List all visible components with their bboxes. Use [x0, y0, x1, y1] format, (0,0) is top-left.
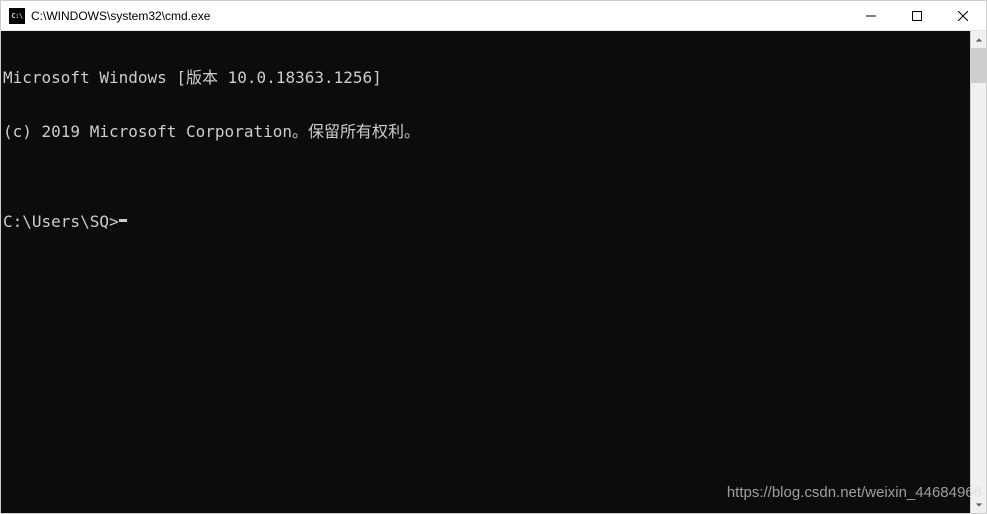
terminal-content[interactable]: Microsoft Windows [版本 10.0.18363.1256] (…	[1, 31, 970, 513]
terminal-output-line: (c) 2019 Microsoft Corporation。保留所有权利。	[3, 123, 968, 141]
terminal-area: Microsoft Windows [版本 10.0.18363.1256] (…	[1, 31, 986, 513]
terminal-output-line: Microsoft Windows [版本 10.0.18363.1256]	[3, 69, 968, 87]
scroll-thumb[interactable]	[971, 48, 986, 83]
minimize-button[interactable]	[848, 1, 894, 30]
window-controls	[848, 1, 986, 30]
close-button[interactable]	[940, 1, 986, 30]
chevron-up-icon	[975, 36, 983, 44]
maximize-button[interactable]	[894, 1, 940, 30]
window-title: C:\WINDOWS\system32\cmd.exe	[31, 9, 848, 23]
minimize-icon	[866, 11, 876, 21]
scroll-up-button[interactable]	[971, 31, 986, 48]
vertical-scrollbar[interactable]	[970, 31, 986, 513]
chevron-down-icon	[975, 501, 983, 509]
cmd-window: C:\ C:\WINDOWS\system32\cmd.exe Microsof…	[0, 0, 987, 514]
cursor	[119, 219, 127, 222]
prompt-line: C:\Users\SQ>	[3, 213, 968, 231]
prompt-text: C:\Users\SQ>	[3, 213, 119, 231]
scroll-track[interactable]	[971, 48, 986, 496]
cmd-icon: C:\	[9, 8, 25, 24]
close-icon	[958, 11, 968, 21]
scroll-down-button[interactable]	[971, 496, 986, 513]
titlebar[interactable]: C:\ C:\WINDOWS\system32\cmd.exe	[1, 1, 986, 31]
maximize-icon	[912, 11, 922, 21]
